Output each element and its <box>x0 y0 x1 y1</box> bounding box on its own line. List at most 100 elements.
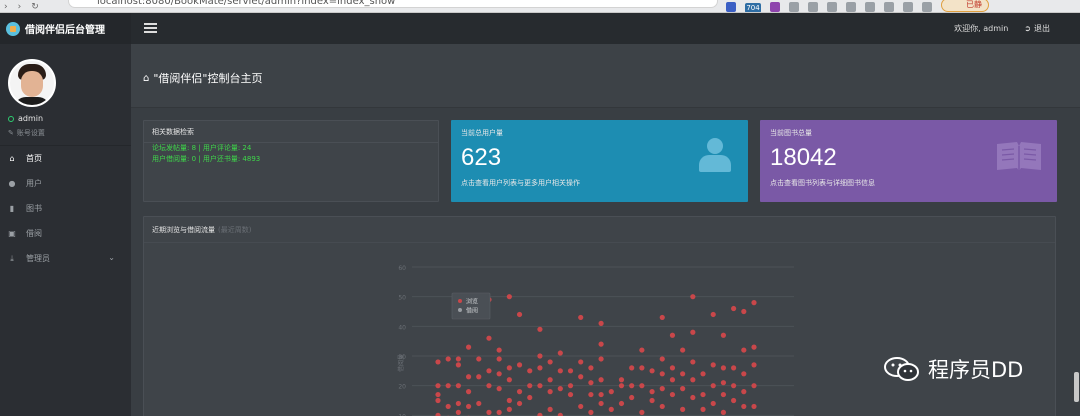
data-point[interactable] <box>435 397 441 404</box>
data-point[interactable] <box>741 347 747 353</box>
data-point[interactable] <box>659 386 665 392</box>
data-point[interactable] <box>598 356 604 362</box>
data-point[interactable] <box>741 389 747 395</box>
data-point[interactable] <box>598 341 604 347</box>
data-point[interactable] <box>496 386 502 392</box>
data-point[interactable] <box>527 394 533 401</box>
data-point[interactable] <box>567 383 574 389</box>
data-point[interactable] <box>751 362 757 368</box>
data-point[interactable] <box>751 403 757 410</box>
data-point[interactable] <box>649 389 655 395</box>
reload-icon[interactable]: ↻ <box>31 2 39 12</box>
data-point[interactable] <box>680 406 686 412</box>
sidebar-item-admin[interactable]: ⤓ 管理员 ⌄ <box>0 246 131 271</box>
data-point[interactable] <box>720 365 727 371</box>
legend-label[interactable]: 浏览 <box>466 298 478 306</box>
data-point[interactable] <box>598 377 604 383</box>
data-point[interactable] <box>547 359 553 365</box>
data-point[interactable] <box>506 406 512 412</box>
data-point[interactable] <box>639 409 645 415</box>
data-point[interactable] <box>700 406 706 412</box>
data-point[interactable] <box>527 383 533 389</box>
data-point[interactable] <box>741 403 747 410</box>
data-point[interactable] <box>598 320 604 326</box>
data-point[interactable] <box>496 347 502 353</box>
data-point[interactable] <box>465 389 472 395</box>
data-point[interactable] <box>547 389 553 395</box>
data-point[interactable] <box>741 308 747 315</box>
data-point[interactable] <box>649 397 655 404</box>
data-point[interactable] <box>465 344 472 350</box>
sidebar-item-borrow[interactable]: ▣ 借阅 <box>0 221 131 246</box>
data-point[interactable] <box>557 386 563 392</box>
extension-icon[interactable] <box>770 1 780 12</box>
data-point[interactable] <box>731 305 737 312</box>
data-point[interactable] <box>680 386 686 392</box>
extension-icon[interactable] <box>884 1 894 12</box>
data-point[interactable] <box>506 377 512 383</box>
data-point[interactable] <box>731 365 737 371</box>
data-point[interactable] <box>537 326 543 332</box>
data-point[interactable] <box>690 329 696 335</box>
data-point[interactable] <box>537 383 543 389</box>
data-point[interactable] <box>720 332 727 338</box>
data-point[interactable] <box>639 365 645 371</box>
books-card[interactable]: 当前图书总量 18042 点击查看图书列表与详细图书信息 <box>760 120 1057 202</box>
data-point[interactable] <box>578 403 584 410</box>
sidebar-item-home[interactable]: ⌂ 首页 <box>0 146 131 171</box>
data-point[interactable] <box>618 377 625 383</box>
data-point[interactable] <box>618 400 625 407</box>
data-point[interactable] <box>496 356 502 362</box>
data-point[interactable] <box>578 359 584 365</box>
back-icon[interactable]: › <box>4 2 8 12</box>
data-point[interactable] <box>751 300 757 306</box>
data-point[interactable] <box>700 391 706 398</box>
data-point[interactable] <box>669 332 676 338</box>
data-point[interactable] <box>476 356 482 362</box>
data-point[interactable] <box>720 380 727 386</box>
data-point[interactable] <box>608 389 614 395</box>
data-point[interactable] <box>659 356 665 362</box>
data-point[interactable] <box>516 311 523 318</box>
data-point[interactable] <box>445 383 451 389</box>
data-point[interactable] <box>547 377 553 383</box>
sidebar-item-books[interactable]: ▮ 图书 <box>0 196 131 221</box>
data-point[interactable] <box>465 403 472 410</box>
data-point[interactable] <box>506 294 512 300</box>
data-point[interactable] <box>486 368 492 374</box>
data-point[interactable] <box>506 397 512 404</box>
extension-icon[interactable] <box>827 1 837 12</box>
data-point[interactable] <box>710 311 716 318</box>
data-point[interactable] <box>476 374 482 380</box>
data-point[interactable] <box>731 397 737 404</box>
data-point[interactable] <box>690 377 696 383</box>
profile-pill[interactable]: 已静 <box>941 0 989 12</box>
data-point[interactable] <box>659 371 665 377</box>
data-point[interactable] <box>659 314 665 321</box>
data-point[interactable] <box>669 391 676 398</box>
data-point[interactable] <box>445 403 451 410</box>
data-point[interactable] <box>455 400 461 407</box>
data-point[interactable] <box>455 409 461 415</box>
data-point[interactable] <box>598 391 604 398</box>
menu-toggle-icon[interactable] <box>144 23 157 33</box>
extension-icon[interactable] <box>903 1 913 12</box>
extension-badge[interactable]: 704 <box>745 3 761 12</box>
data-point[interactable] <box>710 383 716 389</box>
data-point[interactable] <box>669 377 676 383</box>
data-point[interactable] <box>516 400 523 407</box>
data-point[interactable] <box>720 391 727 398</box>
card-link-text[interactable]: 点击查看图书列表与详细图书信息 <box>770 178 875 188</box>
data-point[interactable] <box>690 394 696 401</box>
data-point[interactable] <box>618 383 625 389</box>
brand[interactable]: 借阅伴侣后台管理 <box>0 13 131 44</box>
legend-label[interactable]: 借阅 <box>466 307 478 315</box>
data-point[interactable] <box>588 409 594 415</box>
data-point[interactable] <box>690 359 696 365</box>
data-point[interactable] <box>578 374 584 380</box>
data-point[interactable] <box>516 362 523 368</box>
data-point[interactable] <box>629 394 635 401</box>
data-point[interactable] <box>700 371 706 377</box>
data-point[interactable] <box>496 371 502 377</box>
data-point[interactable] <box>465 374 472 380</box>
